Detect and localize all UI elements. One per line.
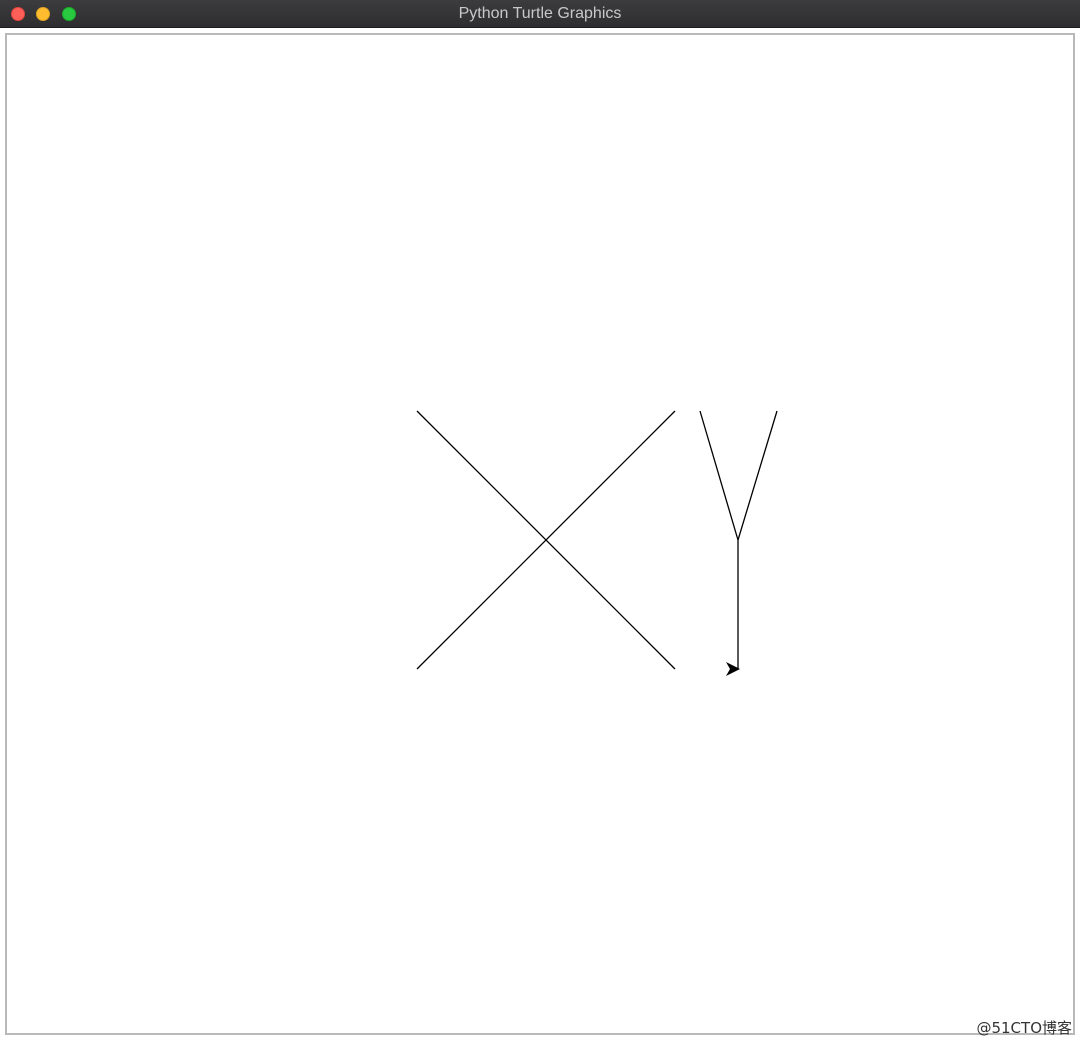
watermark-text: @51CTO博客 [976,1019,1072,1037]
turtle-window: Python Turtle Graphics @51CTO博客 [0,0,1080,1040]
y-left-arm [699,410,739,541]
y-right-arm [737,410,778,541]
letter-x-drawing [416,410,676,670]
letter-y-drawing [699,410,778,669]
turtle-canvas[interactable] [0,0,1080,1040]
